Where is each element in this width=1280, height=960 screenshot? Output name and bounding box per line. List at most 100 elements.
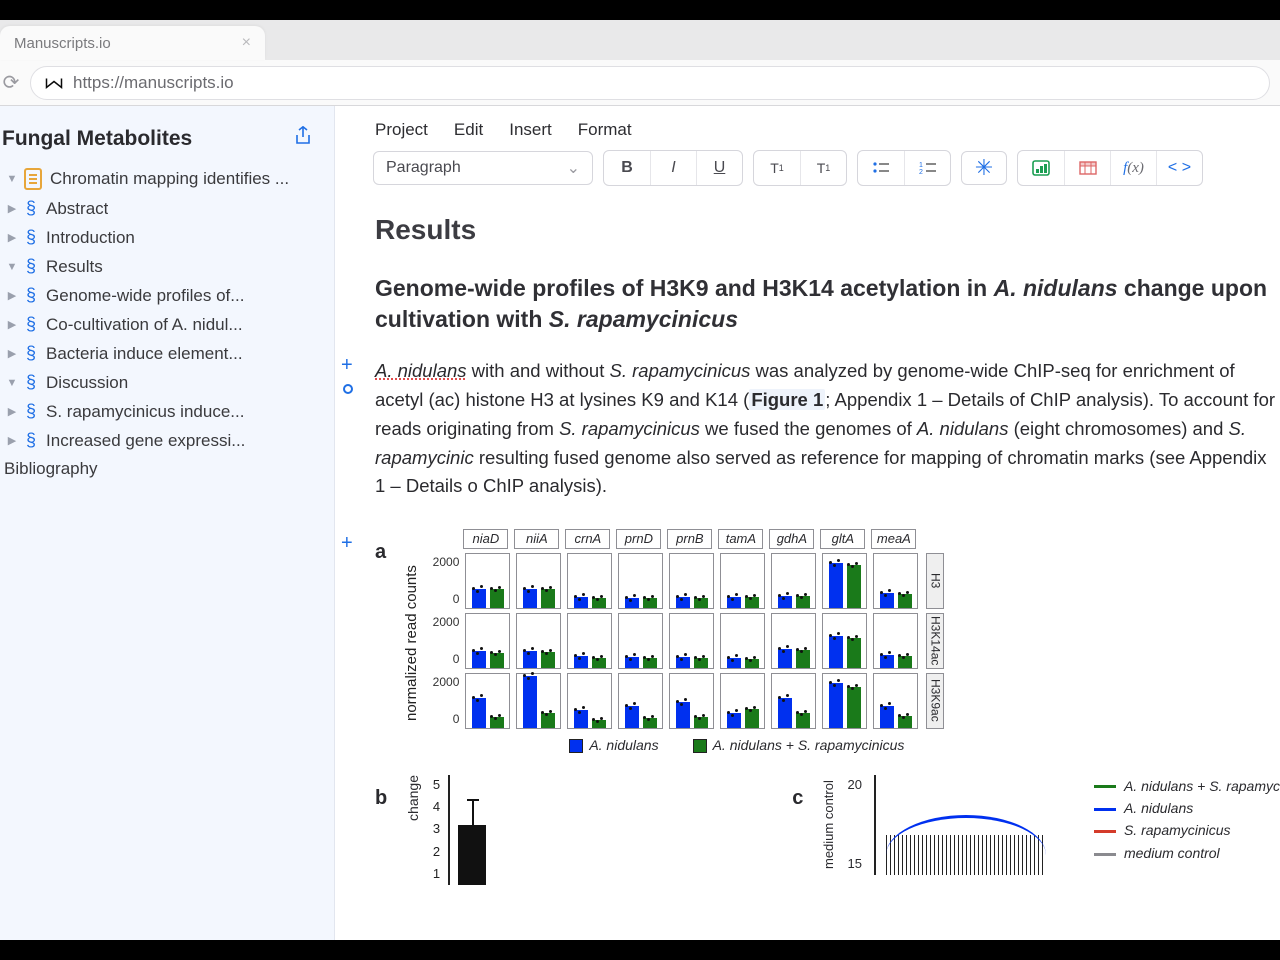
site-favicon xyxy=(45,74,63,92)
tree-section-abstract[interactable]: ▶§Abstract xyxy=(0,194,324,223)
close-icon[interactable]: × xyxy=(242,34,251,52)
editor-pane: Project Edit Insert Format Paragraph ⌄ B… xyxy=(335,106,1280,940)
chart-cell xyxy=(669,613,714,669)
tree-subsection[interactable]: ▶§S. rapamycinicus induce... xyxy=(0,397,324,426)
gene-header: gltA xyxy=(820,529,865,549)
chevron-down-icon[interactable]: ▼ xyxy=(4,377,20,389)
chevron-right-icon[interactable]: ▶ xyxy=(4,289,20,302)
numbered-list-button[interactable]: 12 xyxy=(904,151,950,185)
chevron-down-icon[interactable]: ▼ xyxy=(4,261,20,273)
chart-cell xyxy=(516,673,561,729)
share-icon[interactable] xyxy=(294,126,312,152)
tree-subsection[interactable]: ▶§Genome-wide profiles of... xyxy=(0,281,324,310)
chart-cell xyxy=(720,553,765,609)
chart-cell xyxy=(873,613,918,669)
legend-swatch-icon xyxy=(569,739,583,753)
axis-ticks: 2015 xyxy=(848,775,862,875)
disclosure-icon[interactable]: ▼ xyxy=(4,173,20,185)
reload-icon[interactable]: ⟳ xyxy=(0,70,22,95)
menu-edit[interactable]: Edit xyxy=(454,120,483,140)
menu-format[interactable]: Format xyxy=(578,120,632,140)
menu-project[interactable]: Project xyxy=(375,120,428,140)
row-label: H3 xyxy=(926,553,944,609)
tree-doc-root[interactable]: ▼ Chromatin mapping identifies ... xyxy=(0,164,324,194)
chart-cell xyxy=(771,673,816,729)
legend-swatch-icon xyxy=(693,739,707,753)
chevron-right-icon[interactable]: ▶ xyxy=(4,434,20,447)
chart-cell xyxy=(669,673,714,729)
chevron-right-icon[interactable]: ▶ xyxy=(4,318,20,331)
chart-cell xyxy=(465,613,510,669)
chevron-right-icon[interactable]: ▶ xyxy=(4,347,20,360)
chevron-down-icon: ⌄ xyxy=(567,158,580,178)
section-icon: § xyxy=(26,256,36,277)
legend-c: A. nidulans + S. rapamycA. nidulansS. ra… xyxy=(1094,775,1280,885)
figure-reference[interactable]: Figure 1 xyxy=(749,389,825,410)
chart-panel-c xyxy=(874,775,1054,875)
tree-section-discussion[interactable]: ▼§Discussion xyxy=(0,368,324,397)
section-icon: § xyxy=(26,198,36,219)
ylabel-c: medium control xyxy=(819,775,839,875)
tree-subsection[interactable]: ▶§Co-cultivation of A. nidul... xyxy=(0,310,324,339)
chart-cell xyxy=(873,553,918,609)
document-icon xyxy=(24,168,42,190)
chart-cell xyxy=(618,613,663,669)
document-body[interactable]: Results Genome-wide profiles of H3K9 and… xyxy=(335,198,1280,885)
insert-figure-button[interactable] xyxy=(1018,151,1064,185)
section-icon: § xyxy=(26,343,36,364)
tree-subsection[interactable]: ▶§Increased gene expressi... xyxy=(0,426,324,455)
panel-label-b: b xyxy=(375,775,387,814)
section-icon: § xyxy=(26,430,36,451)
url-text: https://manuscripts.io xyxy=(73,73,234,93)
superscript-button[interactable]: T1 xyxy=(800,151,846,185)
svg-text:2: 2 xyxy=(919,169,923,175)
bold-button[interactable]: B xyxy=(604,151,650,185)
tab-title: Manuscripts.io xyxy=(14,35,111,52)
browser-tab[interactable]: Manuscripts.io × xyxy=(0,26,265,60)
browser-tabbar: Manuscripts.io × xyxy=(0,20,1280,60)
gene-header: prnB xyxy=(667,529,712,549)
underline-button[interactable]: U xyxy=(696,151,742,185)
ylabel-b: change xyxy=(403,775,425,821)
row-label: H3K9ac xyxy=(926,673,944,729)
chart-cell xyxy=(873,673,918,729)
chart-cell xyxy=(465,553,510,609)
section-icon: § xyxy=(26,285,36,306)
tree-subsection[interactable]: ▶§Bacteria induce element... xyxy=(0,339,324,368)
chart-cell xyxy=(771,553,816,609)
chart-cell xyxy=(822,553,867,609)
figure-1[interactable]: a normalized read counts niaDniiAcrnAprn… xyxy=(375,529,1280,885)
gene-header: niiA xyxy=(514,529,559,549)
insert-code-button[interactable]: < > xyxy=(1156,151,1202,185)
gene-header: gdhA xyxy=(769,529,814,549)
chevron-right-icon[interactable]: ▶ xyxy=(4,231,20,244)
heading-subsection[interactable]: Genome-wide profiles of H3K9 and H3K14 a… xyxy=(375,273,1280,335)
insert-symbol-button[interactable]: ✳ xyxy=(961,151,1007,185)
svg-text:1: 1 xyxy=(919,162,923,169)
section-icon: § xyxy=(26,314,36,335)
menu-insert[interactable]: Insert xyxy=(509,120,552,140)
url-field[interactable]: https://manuscripts.io xyxy=(30,66,1270,100)
bullet-list-button[interactable] xyxy=(858,151,904,185)
chart-cell xyxy=(516,553,561,609)
gene-header: niaD xyxy=(463,529,508,549)
outline-sidebar: Fungal Metabolites ▼ Chromatin mapping i… xyxy=(0,106,335,940)
insert-equation-button[interactable]: f(x) xyxy=(1110,151,1156,185)
heading-results[interactable]: Results xyxy=(375,208,1280,251)
tree-section-results[interactable]: ▼§Results xyxy=(0,252,324,281)
italic-button[interactable]: I xyxy=(650,151,696,185)
chevron-right-icon[interactable]: ▶ xyxy=(4,202,20,215)
paragraph-style-select[interactable]: Paragraph ⌄ xyxy=(373,151,593,185)
chevron-right-icon[interactable]: ▶ xyxy=(4,405,20,418)
insert-table-button[interactable] xyxy=(1064,151,1110,185)
chart-cell xyxy=(720,673,765,729)
panel-label-a: a xyxy=(375,529,386,568)
tree-bibliography[interactable]: Bibliography xyxy=(0,455,324,483)
outline-tree: ▼ Chromatin mapping identifies ... ▶§Abs… xyxy=(0,164,324,483)
row-label: H3K14ac xyxy=(926,613,944,669)
paragraph[interactable]: A. nidulans with and without S. rapamyci… xyxy=(375,357,1280,500)
tree-section-introduction[interactable]: ▶§Introduction xyxy=(0,223,324,252)
subscript-button[interactable]: T1 xyxy=(754,151,800,185)
gene-header: meaA xyxy=(871,529,916,549)
bar xyxy=(458,825,486,885)
